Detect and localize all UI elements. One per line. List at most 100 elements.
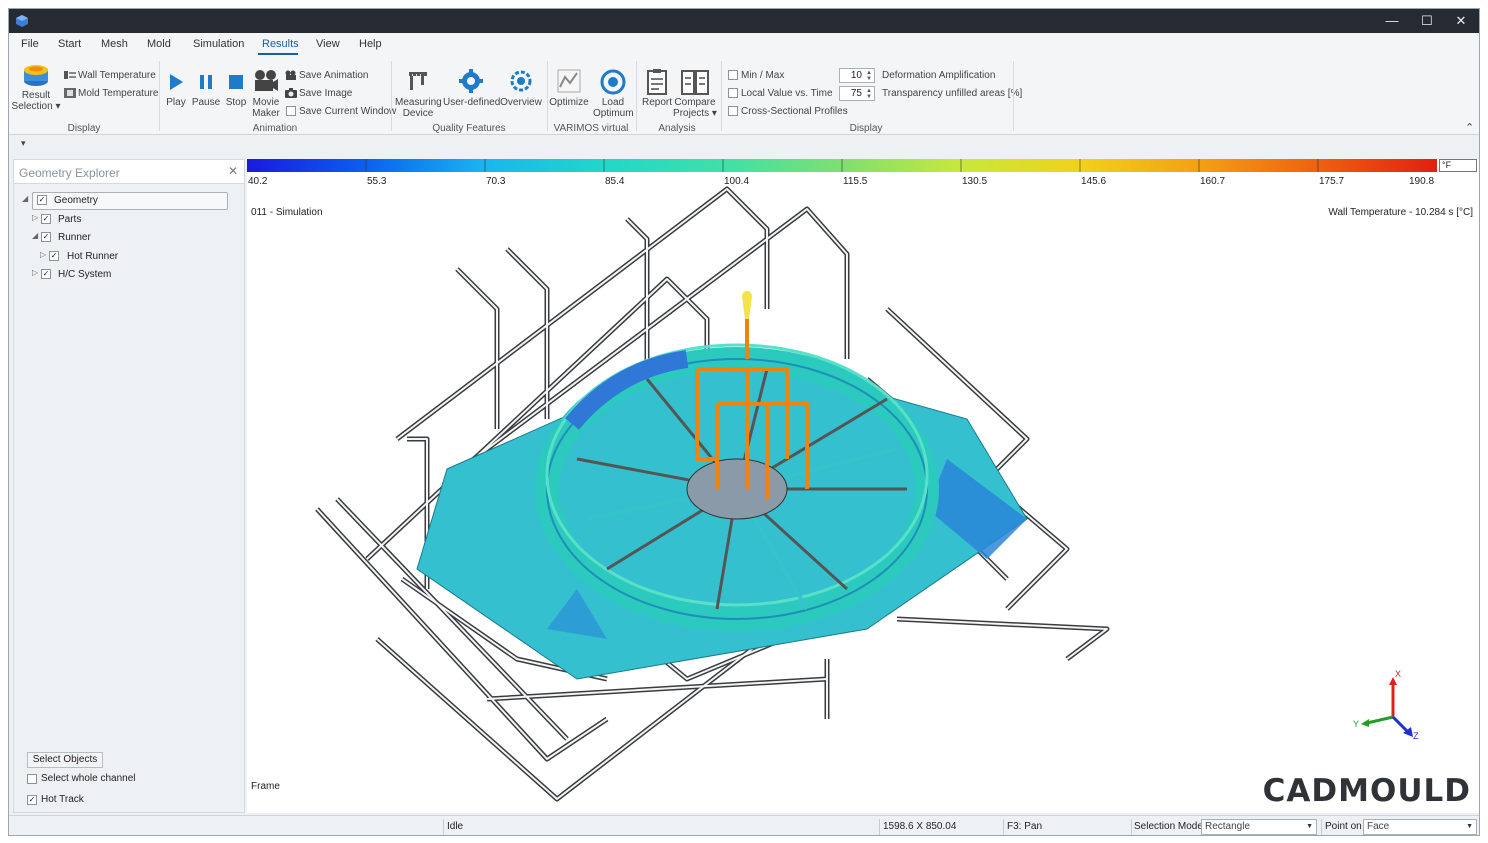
overview-icon (510, 70, 532, 92)
y-axis-line (1366, 715, 1394, 725)
optimize-label: Optimize (549, 97, 589, 108)
local-value-checkbox[interactable] (728, 88, 738, 98)
pause-label: Pause (191, 97, 221, 108)
compare-projects-icon (681, 70, 709, 95)
transparency-input[interactable]: 75 ▲ ▼ (839, 86, 875, 101)
geometry-explorer-panel: Geometry Explorer ✕ ◢ ✓ Geometry ▷ ✓ Par… (13, 159, 245, 813)
play-icon (170, 74, 183, 90)
local-value-label: Local Value vs. Time (741, 88, 833, 99)
user-defined-label: User-defined (443, 97, 501, 108)
play-label: Play (166, 97, 186, 108)
result-title: Wall Temperature - 10.284 s [°C] (1328, 207, 1473, 218)
y-axis-arrow-icon (1361, 719, 1369, 727)
group-separator (721, 61, 722, 131)
panel-title: Geometry Explorer (19, 166, 120, 180)
menu-file[interactable]: File (21, 38, 39, 50)
expand-toolbar-icon[interactable]: ▾ (21, 138, 26, 149)
menu-view[interactable]: View (316, 38, 340, 50)
spinner-arrows-icon[interactable]: ▲ ▼ (866, 88, 872, 100)
minimize-button[interactable]: — (1377, 11, 1407, 31)
stop-icon (229, 75, 243, 89)
quick-access-row: ▾ (9, 135, 1479, 155)
dropdown-arrow-icon: ▼ (1466, 823, 1473, 830)
brand-logo: CADMOULD (1262, 773, 1471, 809)
menu-mold[interactable]: Mold (147, 38, 171, 50)
status-separator (1321, 819, 1322, 835)
menu-mesh[interactable]: Mesh (101, 38, 128, 50)
save-current-window-checkbox[interactable] (286, 106, 296, 116)
select-objects-button[interactable]: Select Objects (27, 752, 103, 768)
tree-node-label: Parts (58, 214, 82, 225)
hub (686, 458, 788, 520)
compare-projects-label: Compare Projects ▾ (673, 97, 717, 119)
expand-arrow-icon[interactable]: ▷ (32, 213, 38, 222)
group-separator (1013, 61, 1014, 131)
measuring-device-label: Measuring Device (395, 97, 442, 119)
collapse-arrow-icon[interactable]: ◢ (22, 194, 28, 203)
menu-simulation[interactable]: Simulation (193, 38, 244, 50)
mold-temperature-label: Mold Temperature (78, 88, 159, 99)
expand-arrow-icon[interactable]: ▷ (32, 268, 38, 277)
save-image-label: Save Image (299, 88, 353, 99)
sprue-tip (742, 291, 752, 301)
spinner-arrows-icon[interactable]: ▲ ▼ (866, 70, 872, 82)
wall-temperature-icon (64, 71, 76, 79)
close-button[interactable]: ✕ (1446, 11, 1476, 31)
gear-icon (459, 69, 483, 93)
tree-node-label: Geometry (54, 195, 98, 206)
hot-track-label: Hot Track (41, 794, 84, 805)
checkbox-checked[interactable]: ✓ (41, 269, 51, 279)
menu-help[interactable]: Help (359, 38, 382, 50)
overview-label: Overview (500, 97, 542, 108)
ribbon: Result Selection ▾ Wall Temperature Mold… (9, 55, 1479, 135)
movie-maker-label: Movie Maker (252, 97, 280, 119)
group-separator (159, 61, 160, 131)
checkbox-checked[interactable]: ✓ (49, 251, 59, 261)
min-max-checkbox[interactable] (728, 70, 738, 80)
wall-temperature-label: Wall Temperature (78, 70, 156, 81)
checkbox-checked[interactable]: ✓ (41, 232, 51, 242)
select-whole-channel-label: Select whole channel (41, 773, 136, 784)
checkbox-checked[interactable]: ✓ (37, 195, 47, 205)
menu-start[interactable]: Start (58, 38, 81, 50)
transparency-value: 75 (850, 88, 862, 99)
load-optimum-label: Load Optimum (593, 97, 634, 119)
status-separator (443, 819, 444, 835)
result-selection-label: Result Selection ▾ (11, 90, 61, 112)
status-separator (1131, 819, 1132, 835)
x-axis-label: X (1395, 669, 1401, 679)
status-state: Idle (447, 821, 464, 832)
select-whole-channel-checkbox[interactable] (27, 774, 37, 784)
maximize-button[interactable]: ☐ (1412, 11, 1442, 31)
varimos-group-title: VARIMOS virtual (553, 123, 629, 134)
expand-arrow-icon[interactable]: ▷ (40, 250, 46, 259)
pause-icon (200, 75, 212, 89)
panel-close-icon[interactable]: ✕ (228, 164, 238, 178)
checkbox-checked[interactable]: ✓ (41, 214, 51, 224)
deformation-label: Deformation Amplification (882, 70, 996, 81)
simulation-title: 011 - Simulation (251, 207, 323, 218)
cross-sectional-checkbox[interactable] (728, 106, 738, 116)
status-bar: Idle 1598.6 X 850.04 F3: Pan Selection M… (9, 815, 1479, 835)
quality-group-title: Quality Features (432, 123, 506, 134)
result-selection-icon (24, 65, 48, 86)
selection-mode-select[interactable]: Rectangle ▼ (1201, 819, 1317, 835)
collapse-arrow-icon[interactable]: ◢ (32, 231, 38, 240)
tree-node-label: Runner (58, 232, 91, 243)
deformation-amplification-input[interactable]: 10 ▲ ▼ (839, 68, 875, 83)
mold-model-render[interactable] (247, 159, 1480, 813)
hot-track-checkbox[interactable]: ✓ (27, 795, 37, 805)
app-window: — ☐ ✕ File Start Mesh Mold Simulation Re… (8, 8, 1480, 836)
3d-viewport[interactable]: °F 40.2 55.3 70.3 85.4 100.4 115.5 130.5 145.6 1… (247, 159, 1480, 813)
menu-results[interactable]: Results (262, 38, 299, 50)
report-icon (647, 69, 667, 95)
status-hint: F3: Pan (1007, 821, 1043, 832)
tree-node-label: Hot Runner (67, 251, 119, 262)
menu-bar: File Start Mesh Mold Simulation Results … (9, 33, 1479, 55)
collapse-ribbon-icon[interactable]: ⌃ (1465, 121, 1474, 134)
point-on-select[interactable]: Face ▼ (1363, 819, 1477, 835)
animation-group-title: Animation (252, 123, 298, 134)
point-on-value: Face (1367, 821, 1390, 832)
status-separator (1003, 819, 1004, 835)
transparency-label: Transparency unfilled areas [%] (882, 88, 1023, 99)
